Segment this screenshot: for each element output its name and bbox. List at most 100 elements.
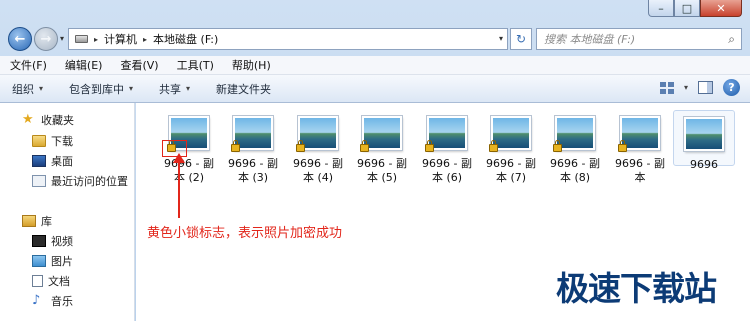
image-thumbnail — [296, 116, 338, 152]
sidebar-item-documents[interactable]: 文档 — [32, 273, 70, 289]
sidebar-item-pictures[interactable]: 图片 — [32, 253, 73, 269]
chevron-down-icon: ▾ — [129, 84, 134, 93]
organize-button[interactable]: 组织 ▾ — [12, 81, 43, 97]
menu-help[interactable]: 帮助(H) — [232, 57, 271, 73]
image-thumbnail — [231, 116, 273, 152]
address-bar[interactable]: ▸ 计算机 ▸ 本地磁盘 (F:) ▾ — [68, 28, 508, 50]
new-folder-button[interactable]: 新建文件夹 — [216, 81, 271, 97]
sidebar-item-label: 视频 — [51, 235, 73, 248]
navigation-pane: ★ 收藏夹 下载 桌面 最近访问的位置 库 视频 图片 文档 ♪ 音乐 — [0, 103, 135, 321]
organize-label: 组织 — [12, 82, 34, 96]
file-item[interactable]: 9696 - 副本 (7) — [480, 110, 542, 185]
file-item[interactable]: 9696 - 副本 (4) — [287, 110, 349, 185]
file-name: 9696 - 副本 (5) — [357, 157, 407, 184]
file-name: 9696 - 副本 (3) — [228, 157, 278, 184]
include-in-library-button[interactable]: 包含到库中 ▾ — [69, 81, 133, 97]
music-icon: ♪ — [32, 293, 41, 308]
address-dropdown-icon[interactable]: ▾ — [499, 34, 503, 43]
sidebar-libraries-label: 库 — [41, 215, 52, 228]
lock-icon — [231, 140, 240, 152]
sidebar-item-label: 文档 — [48, 275, 70, 288]
maximize-button[interactable]: □ — [674, 0, 700, 17]
search-icon[interactable]: ⌕ — [728, 32, 735, 47]
image-thumbnail — [489, 116, 531, 152]
download-folder-icon — [32, 135, 46, 147]
breadcrumb-separator[interactable]: ▸ — [94, 35, 98, 44]
image-thumbnail — [553, 116, 595, 152]
sidebar-libraries[interactable]: 库 — [22, 213, 52, 229]
star-icon: ★ — [22, 112, 34, 127]
chevron-down-icon: ▾ — [186, 84, 191, 93]
menu-tools[interactable]: 工具(T) — [177, 57, 214, 73]
explorer-window: – □ ✕ ← → ▾ ▸ 计算机 ▸ 本地磁盘 (F:) ▾ ↻ 搜索 本地磁… — [0, 0, 750, 321]
forward-button[interactable]: → — [34, 27, 58, 51]
menu-view[interactable]: 查看(V) — [120, 57, 158, 73]
refresh-button[interactable]: ↻ — [510, 28, 532, 50]
recent-places-icon — [32, 175, 46, 187]
menu-edit[interactable]: 编辑(E) — [65, 57, 103, 73]
view-controls: ▾ ? — [659, 79, 740, 96]
sidebar-item-videos[interactable]: 视频 — [32, 233, 73, 249]
sidebar-item-desktop[interactable]: 桌面 — [32, 153, 73, 169]
drive-icon — [75, 35, 88, 43]
sidebar-item-music[interactable]: ♪ 音乐 — [32, 293, 73, 309]
file-name: 9696 - 副本 (8) — [550, 157, 600, 184]
breadcrumb-local-disk[interactable]: 本地磁盘 (F:) — [153, 31, 218, 47]
preview-pane-icon[interactable] — [698, 81, 713, 94]
sidebar-item-label: 下载 — [51, 135, 73, 148]
lock-icon — [489, 140, 498, 152]
file-item-selected[interactable]: 9696 — [673, 110, 735, 171]
file-item[interactable]: 9696 - 副本 (6) — [416, 110, 478, 185]
file-name: 9696 - 副本 (6) — [422, 157, 472, 184]
share-label: 共享 — [159, 82, 182, 96]
file-item[interactable]: 9696 - 副本 (5) — [351, 110, 413, 185]
video-icon — [32, 235, 46, 247]
close-button[interactable]: ✕ — [700, 0, 742, 17]
view-options-icon[interactable] — [659, 81, 674, 94]
recent-pages-dropdown-icon[interactable]: ▾ — [60, 34, 64, 43]
sidebar-favorites[interactable]: ★ 收藏夹 — [22, 112, 74, 128]
file-item[interactable]: 9696 - 副本 (3) — [222, 110, 284, 185]
sidebar-item-label: 音乐 — [51, 295, 73, 308]
search-input[interactable]: 搜索 本地磁盘 (F:) ⌕ — [536, 28, 742, 50]
file-name: 9696 - 副本 — [615, 157, 665, 184]
share-button[interactable]: 共享 ▾ — [159, 81, 190, 97]
address-row: ← → ▾ ▸ 计算机 ▸ 本地磁盘 (F:) ▾ ↻ 搜索 本地磁盘 (F:)… — [0, 22, 750, 56]
chevron-down-icon: ▾ — [39, 84, 44, 93]
image-thumbnail — [425, 116, 467, 152]
file-name: 9696 - 副本 (4) — [293, 157, 343, 184]
breadcrumb-separator[interactable]: ▸ — [143, 35, 147, 44]
file-name: 9696 - 副本 (7) — [486, 157, 536, 184]
sidebar-favorites-label: 收藏夹 — [41, 114, 74, 127]
desktop-icon — [32, 155, 46, 167]
new-folder-label: 新建文件夹 — [216, 82, 272, 96]
lock-icon — [425, 140, 434, 152]
image-thumbnail — [618, 116, 660, 152]
search-placeholder: 搜索 本地磁盘 (F:) — [544, 33, 636, 46]
library-icon — [22, 215, 36, 227]
image-thumbnail — [684, 117, 724, 151]
watermark: 极速下载站 — [556, 269, 717, 308]
menu-bar: 文件(F) 编辑(E) 查看(V) 工具(T) 帮助(H) — [0, 56, 750, 75]
lock-icon — [360, 140, 369, 152]
documents-icon — [32, 275, 43, 287]
lock-icon — [296, 140, 305, 152]
help-icon[interactable]: ? — [723, 79, 740, 96]
back-button[interactable]: ← — [8, 27, 32, 51]
file-item[interactable]: 9696 - 副本 — [609, 110, 671, 185]
view-dropdown-icon[interactable]: ▾ — [684, 83, 688, 92]
breadcrumb-computer[interactable]: 计算机 — [104, 31, 137, 47]
window-controls: – □ ✕ — [648, 0, 742, 17]
annotation-text: 黄色小锁标志，表示照片加密成功 — [147, 226, 343, 241]
include-in-library-label: 包含到库中 — [69, 82, 125, 96]
sidebar-item-label: 最近访问的位置 — [51, 175, 128, 188]
minimize-button[interactable]: – — [648, 0, 674, 17]
file-name: 9696 - 副本 (2) — [164, 157, 214, 184]
file-name: 9696 — [690, 158, 718, 171]
sidebar-item-downloads[interactable]: 下载 — [32, 133, 73, 149]
menu-file[interactable]: 文件(F) — [10, 57, 47, 73]
file-item[interactable]: 9696 - 副本 (8) — [544, 110, 606, 185]
sidebar-item-label: 图片 — [51, 255, 73, 268]
sidebar-item-recent[interactable]: 最近访问的位置 — [32, 173, 128, 189]
image-thumbnail — [360, 116, 402, 152]
